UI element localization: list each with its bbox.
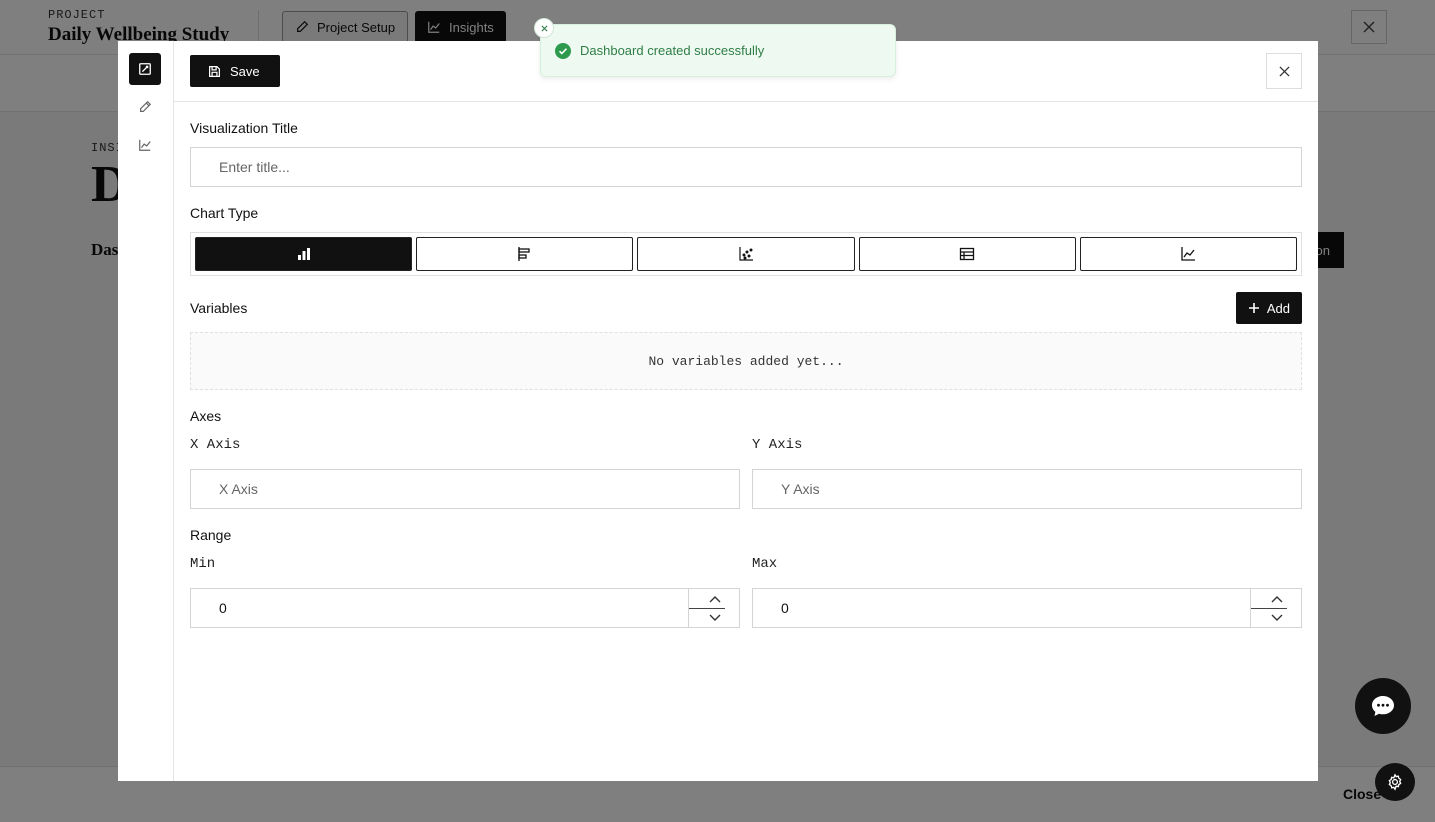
chat-bubble-icon xyxy=(1372,696,1394,716)
chat-button[interactable] xyxy=(1355,678,1411,734)
horizontal-bar-icon xyxy=(518,247,530,261)
rail-pencil-button[interactable] xyxy=(129,91,161,123)
max-number-input[interactable]: 0 xyxy=(752,588,1302,628)
y-axis-input[interactable] xyxy=(752,469,1302,509)
editor-content: Save Visualization Title Chart Type xyxy=(174,41,1318,781)
plus-icon xyxy=(1248,303,1259,313)
visualization-editor-modal: Save Visualization Title Chart Type xyxy=(118,41,1318,781)
range-label: Range xyxy=(190,527,232,543)
toast-close-button[interactable] xyxy=(534,18,554,38)
chevron-up-icon xyxy=(709,595,720,602)
visualization-title-label: Visualization Title xyxy=(190,120,298,136)
x-axis-input[interactable] xyxy=(190,469,740,509)
chevron-down-icon xyxy=(1271,614,1282,621)
table-icon xyxy=(960,247,975,261)
min-number-input[interactable]: 0 xyxy=(190,588,740,628)
chart-type-scatter[interactable] xyxy=(637,237,855,271)
save-label: Save xyxy=(230,63,260,79)
min-label: Min xyxy=(190,556,216,572)
bar-chart-icon xyxy=(297,248,310,260)
chart-type-label: Chart Type xyxy=(190,205,259,221)
gear-icon xyxy=(1388,773,1402,791)
max-label: Max xyxy=(752,556,778,572)
rail-chart-button[interactable] xyxy=(129,129,161,161)
scatter-icon xyxy=(739,247,753,261)
chart-type-selector xyxy=(190,232,1302,276)
x-axis-label: X Axis xyxy=(190,437,241,453)
variables-label: Variables xyxy=(190,300,248,316)
close-icon xyxy=(540,24,548,32)
visualization-title-input[interactable] xyxy=(190,147,1302,187)
min-increment-button[interactable] xyxy=(689,589,740,608)
y-axis-label: Y Axis xyxy=(752,437,803,453)
close-icon xyxy=(1278,65,1290,77)
save-icon xyxy=(209,65,220,77)
settings-button[interactable] xyxy=(1375,763,1415,801)
toast-message: Dashboard created successfully xyxy=(580,43,765,58)
modal-close-button[interactable] xyxy=(1266,53,1302,89)
chart-type-bar[interactable] xyxy=(195,237,413,271)
chart-type-table[interactable] xyxy=(858,237,1076,271)
line-chart-icon xyxy=(139,139,151,151)
min-decrement-button[interactable] xyxy=(689,608,740,627)
editor-side-rail xyxy=(118,41,174,781)
min-stepper xyxy=(688,589,739,627)
chevron-down-icon xyxy=(709,614,720,621)
max-value: 0 xyxy=(781,600,789,616)
add-variable-button[interactable]: Add xyxy=(1235,292,1302,324)
pencil-icon xyxy=(140,100,152,112)
line-chart-icon xyxy=(1181,247,1196,261)
variables-empty-state: No variables added yet... xyxy=(190,332,1302,390)
max-stepper xyxy=(1250,589,1301,627)
success-toast: Dashboard created successfully xyxy=(534,18,896,77)
rail-edit-chart-button[interactable] xyxy=(129,53,161,85)
chart-type-line[interactable] xyxy=(1079,237,1298,271)
chart-type-horizontal-bar[interactable] xyxy=(416,237,634,271)
max-increment-button[interactable] xyxy=(1251,589,1302,608)
edit-chart-icon xyxy=(139,63,151,75)
check-circle-icon xyxy=(555,42,571,59)
add-label: Add xyxy=(1266,300,1290,316)
min-value: 0 xyxy=(219,600,227,616)
chevron-up-icon xyxy=(1271,595,1282,602)
max-decrement-button[interactable] xyxy=(1251,608,1302,627)
save-button[interactable]: Save xyxy=(190,55,280,87)
axes-label: Axes xyxy=(190,408,222,424)
